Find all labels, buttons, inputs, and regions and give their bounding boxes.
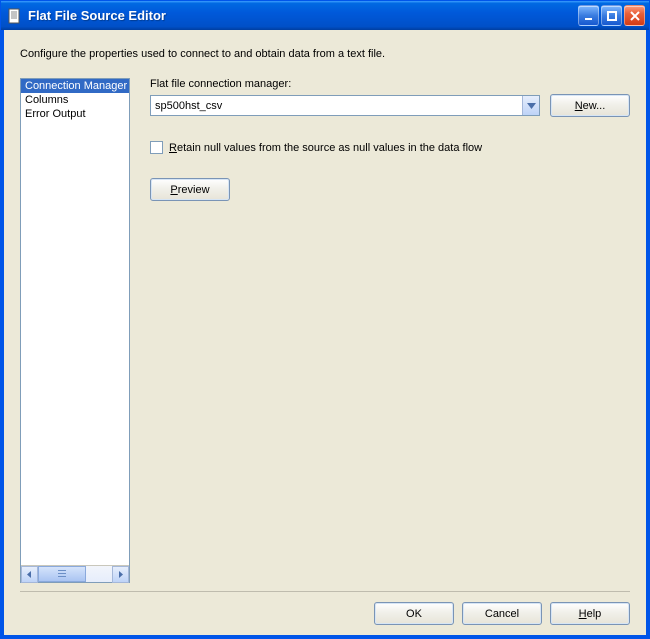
connection-manager-label: Flat file connection manager:: [150, 78, 630, 90]
body-row: Connection Manager Columns Error Output: [20, 78, 630, 583]
maximize-button[interactable]: [601, 5, 622, 26]
connection-manager-value: sp500hst_csv: [151, 100, 522, 112]
flat-file-source-editor-window: Flat File Source Editor Configure the pr…: [0, 0, 650, 639]
page-list-items: Connection Manager Columns Error Output: [21, 79, 129, 565]
app-icon: [7, 8, 23, 24]
new-connection-button[interactable]: New...: [550, 94, 630, 117]
connection-manager-row: sp500hst_csv New...: [150, 94, 630, 117]
cancel-button[interactable]: Cancel: [462, 602, 542, 625]
titlebar: Flat File Source Editor: [1, 1, 649, 30]
connection-manager-dropdown[interactable]: sp500hst_csv: [150, 95, 540, 116]
page-item-columns[interactable]: Columns: [21, 93, 129, 107]
scroll-right-button[interactable]: [112, 566, 129, 583]
footer-separator: [20, 591, 630, 592]
content-area: Configure the properties used to connect…: [1, 30, 649, 638]
page-item-connection-manager[interactable]: Connection Manager: [21, 79, 129, 93]
retain-null-checkbox[interactable]: [150, 141, 163, 154]
footer-buttons: OK Cancel Help Help: [20, 602, 630, 625]
retain-null-row[interactable]: Retain null values from the source as nu…: [150, 141, 630, 154]
new-button-label-rest: ew...: [583, 100, 606, 112]
close-button[interactable]: [624, 5, 645, 26]
window-buttons: [578, 5, 645, 26]
scroll-track[interactable]: [38, 566, 112, 582]
page-list: Connection Manager Columns Error Output: [20, 78, 130, 583]
window-title: Flat File Source Editor: [28, 8, 578, 23]
scroll-thumb[interactable]: [38, 566, 86, 582]
page-item-error-output[interactable]: Error Output: [21, 107, 129, 121]
ok-button[interactable]: OK: [374, 602, 454, 625]
preview-row: Preview Preview: [150, 178, 630, 201]
description-text: Configure the properties used to connect…: [20, 48, 630, 60]
scroll-left-button[interactable]: [21, 566, 38, 583]
retain-null-label: Retain null values from the source as nu…: [169, 142, 482, 154]
main-pane: Flat file connection manager: sp500hst_c…: [150, 78, 630, 583]
minimize-button[interactable]: [578, 5, 599, 26]
chevron-down-icon: [522, 96, 539, 115]
help-button[interactable]: Help: [550, 602, 630, 625]
page-list-hscroll: [21, 565, 129, 582]
preview-button[interactable]: Preview: [150, 178, 230, 201]
